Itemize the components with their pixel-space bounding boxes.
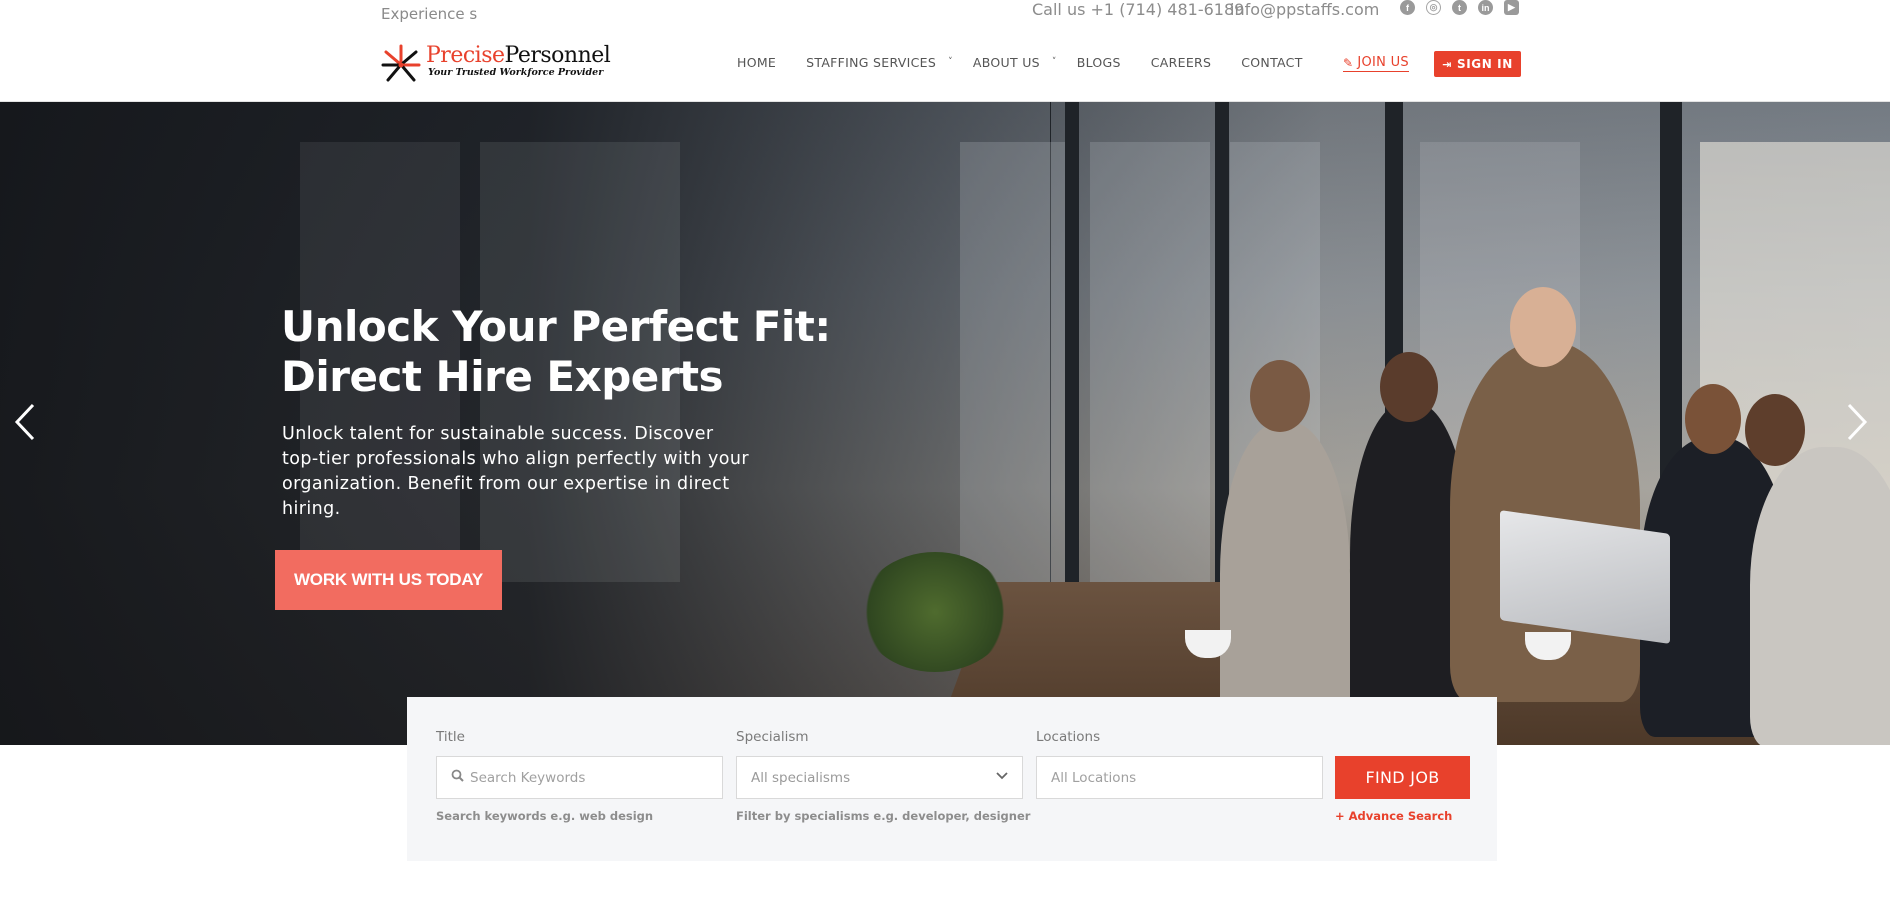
specialism-select[interactable]: All specialisms <box>736 756 1023 799</box>
social-links: f ◎ t in ▶ <box>1400 0 1519 15</box>
specialism-hint: Filter by specialisms e.g. developer, de… <box>736 809 1031 823</box>
main-nav: HOME STAFFING SERVICES ˅ ABOUT US ˅ BLOGS … <box>737 54 1303 70</box>
locations-field[interactable] <box>1036 756 1323 799</box>
slider-prev-icon[interactable] <box>14 402 36 442</box>
locations-input[interactable] <box>1051 769 1322 786</box>
search-icon <box>451 769 464 786</box>
nav-contact[interactable]: CONTACT <box>1241 55 1302 70</box>
join-us-link[interactable]: ✎ JOIN US <box>1343 55 1409 72</box>
window-pane <box>960 142 1070 592</box>
site-logo[interactable]: PrecisePersonnel Your Trusted Workforce … <box>381 44 613 84</box>
nav-careers[interactable]: CAREERS <box>1151 55 1211 70</box>
nav-about-us[interactable]: ABOUT US ˅ <box>973 55 1057 70</box>
youtube-icon[interactable]: ▶ <box>1504 0 1519 15</box>
chevron-down-icon: ˅ <box>948 57 953 67</box>
keyword-search-input[interactable] <box>470 769 722 786</box>
phone-link[interactable]: Call us +1 (714) 481-6189 <box>1032 0 1244 19</box>
pencil-icon: ✎ <box>1343 55 1354 70</box>
advance-search-link[interactable]: + Advance Search <box>1335 809 1452 823</box>
chevron-down-icon: ˅ <box>1051 57 1057 67</box>
nav-home[interactable]: HOME <box>737 55 776 70</box>
logo-slogan: Your Trusted Workforce Provider <box>428 67 604 78</box>
window-pane <box>1090 142 1210 592</box>
email-link[interactable]: info@ppstaffs.com <box>1230 0 1379 19</box>
title-label: Title <box>436 729 465 745</box>
top-bar: Experience s Call us +1 (714) 481-6189 i… <box>0 0 1890 24</box>
title-hint: Search keywords e.g. web design <box>436 809 654 823</box>
rss-icon[interactable]: ◎ <box>1426 0 1441 15</box>
find-job-button[interactable]: FIND JOB <box>1335 756 1470 799</box>
chevron-down-icon <box>996 769 1008 783</box>
specialism-value: All specialisms <box>751 769 851 786</box>
linkedin-icon[interactable]: in <box>1478 0 1493 15</box>
hero-subtitle: Unlock talent for sustainable success. D… <box>282 424 749 519</box>
twitter-icon[interactable]: t <box>1452 0 1467 15</box>
job-search-panel: Title Search keywords e.g. web design Sp… <box>407 697 1497 861</box>
facebook-icon[interactable]: f <box>1400 0 1415 15</box>
plant <box>860 552 1010 672</box>
logo-wordmark: PrecisePersonnel <box>426 43 611 68</box>
sign-in-button[interactable]: ⇥ SIGN IN <box>1434 51 1521 77</box>
tagline-text: Experience s <box>381 5 478 23</box>
nav-staffing-services[interactable]: STAFFING SERVICES ˅ <box>806 55 953 70</box>
logo-burst-icon <box>381 44 421 82</box>
hero-slider: Unlock Your Perfect Fit: Direct Hire Exp… <box>0 102 1890 745</box>
hero-title: Unlock Your Perfect Fit: Direct Hire Exp… <box>281 302 831 401</box>
slider-next-icon[interactable] <box>1846 402 1868 442</box>
site-header: PrecisePersonnel Your Trusted Workforce … <box>0 24 1890 102</box>
person <box>1750 447 1890 745</box>
nav-blogs[interactable]: BLOGS <box>1077 55 1121 70</box>
locations-label: Locations <box>1036 729 1101 745</box>
specialism-label: Specialism <box>736 729 809 745</box>
sign-in-icon: ⇥ <box>1442 57 1452 71</box>
keyword-search-field[interactable] <box>436 756 723 799</box>
work-with-us-button[interactable]: WORK WITH US TODAY <box>275 550 502 610</box>
